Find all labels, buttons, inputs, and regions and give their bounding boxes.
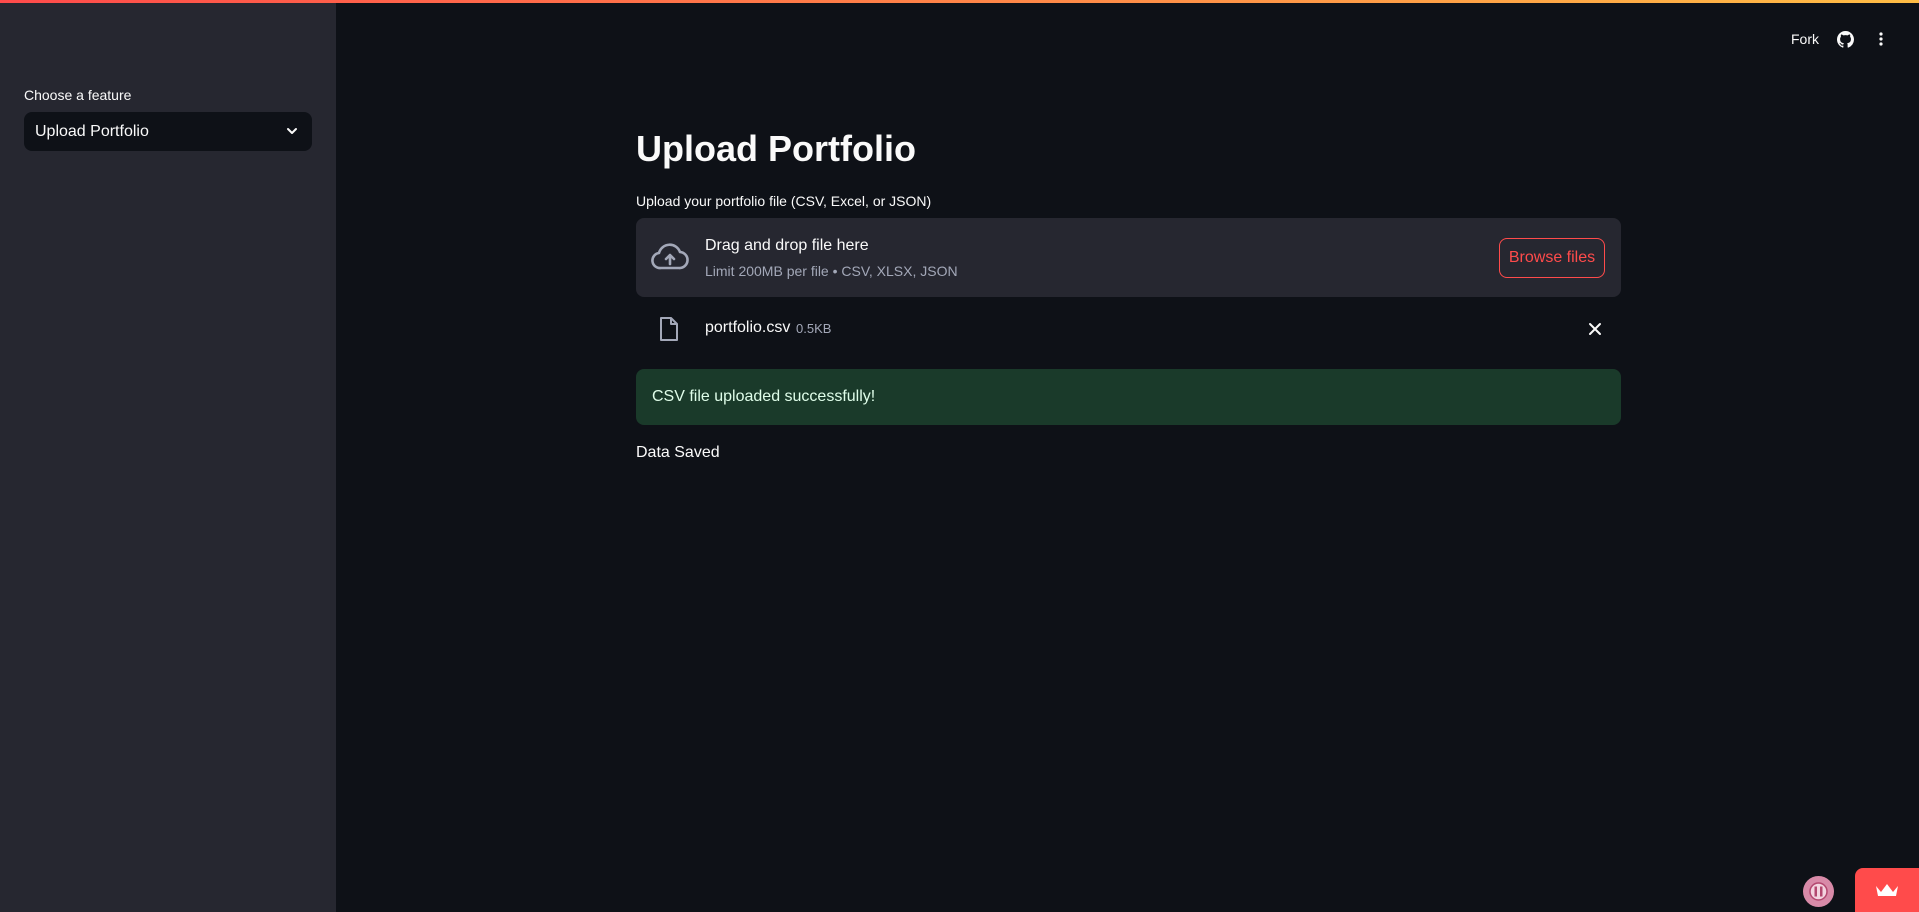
uploader-label: Upload your portfolio file (CSV, Excel, … [636,193,932,209]
dropzone-instructions: Drag and drop file here [705,237,869,254]
uploaded-file-name: portfolio.csv [705,319,791,336]
status-text: Data Saved [636,444,720,461]
chevron-down-icon [287,128,297,134]
cloud-upload-icon [651,243,689,270]
browse-files-button[interactable]: Browse files [1499,238,1605,278]
success-message: CSV file uploaded successfully! [652,388,876,405]
file-dropzone[interactable]: Drag and drop file here Limit 200MB per … [636,218,1621,297]
dropzone-limits: Limit 200MB per file • CSV, XLSX, JSON [705,263,958,279]
feature-select[interactable]: Upload Portfolio [24,112,312,151]
crown-icon [1876,884,1898,896]
avatar[interactable] [1803,876,1834,907]
success-alert: CSV file uploaded successfully! [636,369,1621,425]
streamlit-badge[interactable] [1855,868,1919,912]
github-icon[interactable] [1835,29,1855,49]
avatar-icon [1809,882,1828,901]
kebab-menu-icon[interactable] [1871,29,1891,49]
sidebar: Choose a feature Upload Portfolio [0,0,336,912]
header-decoration-bar [0,0,1919,3]
page-title: Upload Portfolio [636,128,916,169]
toolbar: Fork [1791,28,1891,50]
close-icon[interactable] [1587,321,1603,337]
uploaded-file-size: 0.5KB [796,321,832,336]
feature-select-value: Upload Portfolio [35,122,149,140]
fork-button[interactable]: Fork [1791,31,1819,47]
uploaded-file-row: portfolio.csv 0.5KB [636,314,1621,344]
file-icon [660,317,678,341]
select-label: Choose a feature [24,87,132,103]
